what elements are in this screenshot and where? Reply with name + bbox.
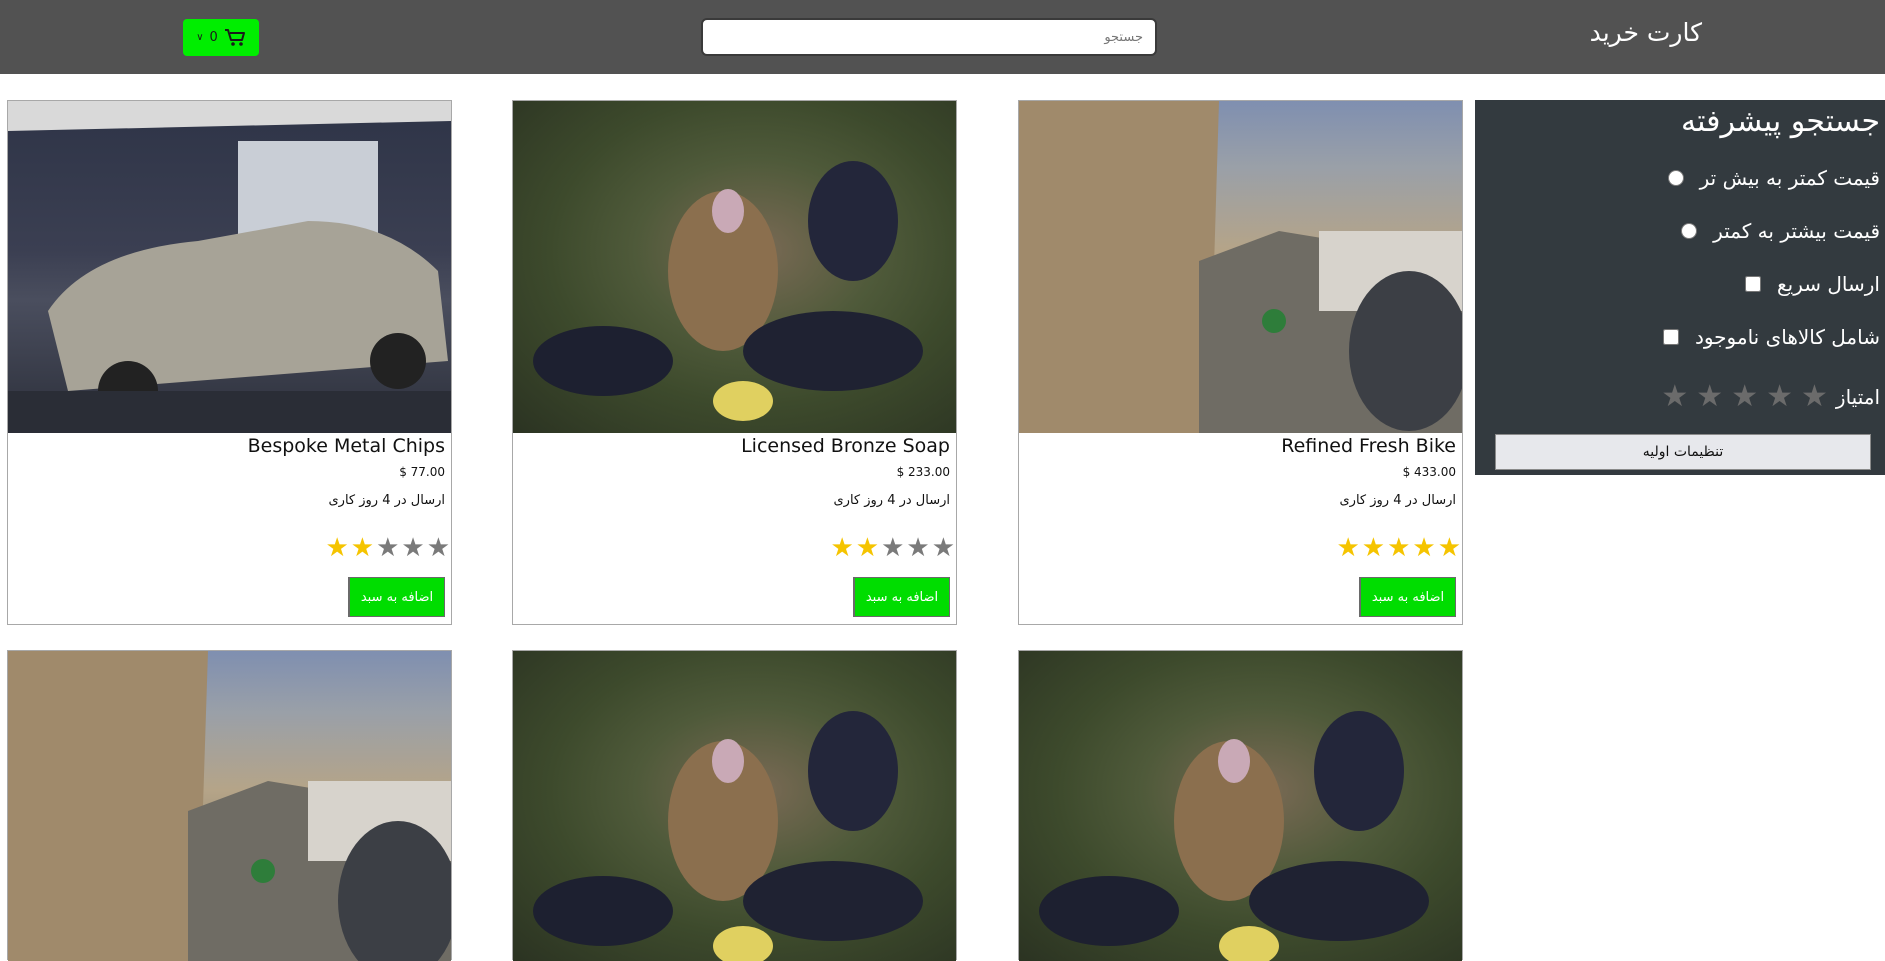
star-icon: ★ (426, 533, 450, 563)
star-icon: ★ (906, 533, 930, 563)
product-image[interactable] (513, 101, 956, 433)
sort-low-to-high-option[interactable]: قیمت کمتر به بیش تر (1667, 166, 1880, 190)
sort-low-to-high-label: قیمت کمتر به بیش تر (1699, 166, 1880, 190)
star-icon: ★ (881, 533, 905, 563)
product-price: $ 433.00 (1402, 465, 1456, 479)
product-card (7, 650, 452, 961)
product-image[interactable] (1019, 101, 1462, 433)
product-rating: ★ ★ ★ ★ ★ (830, 535, 955, 561)
search-box (701, 18, 1157, 56)
star-icon[interactable]: ★ (1801, 382, 1828, 412)
cart-count: 0 (209, 30, 218, 45)
fast-shipping-checkbox[interactable] (1745, 276, 1762, 292)
sort-high-to-low-label: قیمت بیشتر به کمتر (1713, 219, 1880, 243)
add-to-cart-button[interactable]: اضافه به سبد (1359, 577, 1456, 617)
cart-button[interactable]: ∨ 0 (183, 19, 259, 56)
product-name[interactable]: Licensed Bronze Soap (741, 435, 950, 457)
site-title[interactable]: کارت خرید (1590, 18, 1702, 47)
star-icon: ★ (1361, 533, 1386, 563)
rating-filter-stars: ★ ★ ★ ★ ★ (1661, 382, 1828, 412)
include-out-of-stock-checkbox[interactable] (1662, 329, 1679, 345)
product-price: $ 233.00 (896, 465, 950, 479)
star-icon: ★ (325, 533, 349, 563)
star-icon[interactable]: ★ (1696, 382, 1723, 412)
rating-label: امتیاز (1835, 385, 1880, 409)
product-image[interactable] (1019, 651, 1462, 961)
star-icon: ★ (1437, 533, 1461, 563)
star-icon: ★ (855, 533, 880, 563)
sort-low-to-high-radio[interactable] (1667, 170, 1684, 186)
fast-shipping-label: ارسال سریع (1777, 272, 1880, 296)
include-out-of-stock-label: شامل کالاهای ناموجود (1694, 325, 1880, 349)
star-icon: ★ (931, 533, 955, 563)
fast-shipping-option[interactable]: ارسال سریع (1745, 272, 1880, 296)
include-out-of-stock-option[interactable]: شامل کالاهای ناموجود (1662, 325, 1880, 349)
rating-filter: امتیاز ★ ★ ★ ★ ★ (1661, 382, 1880, 412)
product-price: $ 77.00 (399, 465, 445, 479)
sort-high-to-low-radio[interactable] (1681, 223, 1698, 239)
add-to-cart-button[interactable]: اضافه به سبد (348, 577, 445, 617)
star-icon: ★ (376, 533, 400, 563)
star-icon: ★ (830, 533, 854, 563)
star-icon: ★ (350, 533, 375, 563)
chevron-down-icon: ∨ (196, 32, 204, 43)
advanced-search-title: جستجو پیشرفته (1681, 104, 1880, 139)
product-card: Refined Fresh Bike $ 433.00 ارسال در 4 ر… (1018, 100, 1463, 625)
product-name[interactable]: Bespoke Metal Chips (248, 435, 445, 457)
advanced-search-panel: جستجو پیشرفته قیمت کمتر به بیش تر قیمت ب… (1475, 100, 1885, 475)
product-shipping: ارسال در 4 روز کاری (328, 493, 445, 508)
search-input[interactable] (703, 20, 1155, 54)
star-icon[interactable]: ★ (1766, 382, 1793, 412)
star-icon: ★ (1387, 533, 1411, 563)
product-card (512, 650, 957, 961)
product-image[interactable] (8, 101, 451, 433)
sort-high-to-low-option[interactable]: قیمت بیشتر به کمتر (1681, 219, 1880, 243)
star-icon: ★ (401, 533, 425, 563)
star-icon: ★ (1412, 533, 1436, 563)
product-rating: ★ ★ ★ ★ ★ (1336, 535, 1461, 561)
product-rating: ★ ★ ★ ★ ★ (325, 535, 450, 561)
top-navbar: کارت خرید ∨ 0 (0, 0, 1885, 74)
star-icon[interactable]: ★ (1661, 382, 1688, 412)
product-card: Licensed Bronze Soap $ 233.00 ارسال در 4… (512, 100, 957, 625)
star-icon: ★ (1336, 533, 1360, 563)
star-icon[interactable]: ★ (1731, 382, 1758, 412)
product-image[interactable] (513, 651, 956, 961)
add-to-cart-button[interactable]: اضافه به سبد (853, 577, 950, 617)
product-card (1018, 650, 1463, 961)
product-card: Bespoke Metal Chips $ 77.00 ارسال در 4 ر… (7, 100, 452, 625)
product-shipping: ارسال در 4 روز کاری (833, 493, 950, 508)
product-name[interactable]: Refined Fresh Bike (1281, 435, 1456, 457)
product-shipping: ارسال در 4 روز کاری (1339, 493, 1456, 508)
shopping-cart-icon (224, 28, 245, 46)
product-image[interactable] (8, 651, 451, 961)
reset-filters-button[interactable]: تنظیمات اولیه (1495, 434, 1871, 470)
